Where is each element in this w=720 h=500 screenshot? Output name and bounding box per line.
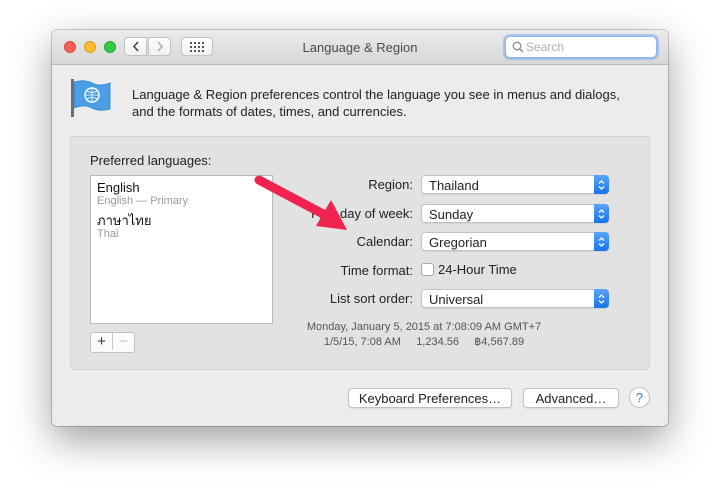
remove-language-button[interactable]: − <box>113 333 134 350</box>
chevron-updown-icon <box>594 204 609 223</box>
add-language-button[interactable]: + <box>91 333 113 350</box>
keyboard-preferences-button[interactable]: Keyboard Preferences… <box>348 388 512 408</box>
un-flag-icon <box>70 78 112 118</box>
calendar-label: Calendar: <box>356 234 413 249</box>
language-detail: Thai <box>97 228 119 240</box>
forward-button[interactable] <box>148 37 171 56</box>
language-name: ภาษาไทย <box>97 213 152 228</box>
grid-icon <box>190 41 204 52</box>
settings-panel: Preferred languages: English English — P… <box>70 136 650 370</box>
region-select[interactable]: Thailand <box>421 175 609 194</box>
sort-order-label: List sort order: <box>329 291 413 306</box>
sort-order-value: Universal <box>429 292 484 307</box>
region-value: Thailand <box>429 178 479 193</box>
title-bar: Language & Region <box>52 30 668 65</box>
chevron-updown-icon <box>594 289 609 308</box>
chevron-updown-icon <box>594 232 609 251</box>
language-detail: English — Primary <box>97 195 189 207</box>
back-button[interactable] <box>124 37 147 56</box>
calendar-select[interactable]: Gregorian <box>421 232 609 251</box>
search-input[interactable] <box>524 40 646 54</box>
first-day-label: First day of week: <box>311 206 413 221</box>
window-title: Language & Region <box>302 40 418 55</box>
list-item[interactable]: English English — Primary <box>97 180 188 208</box>
description-text: Language & Region preferences control th… <box>132 87 620 119</box>
close-window-button[interactable] <box>64 41 76 53</box>
24-hour-time-checkbox[interactable] <box>421 263 434 276</box>
advanced-button[interactable]: Advanced… <box>523 388 619 408</box>
preferred-languages-label: Preferred languages: <box>90 153 212 168</box>
help-button[interactable]: ? <box>629 387 650 408</box>
language-name: English <box>97 180 140 195</box>
search-field[interactable] <box>505 36 657 58</box>
add-remove-control: + − <box>90 332 135 353</box>
region-label: Region: <box>368 177 413 192</box>
first-day-select[interactable]: Sunday <box>421 204 609 223</box>
preferences-window: Language & Region Language & Region pref… <box>52 30 668 426</box>
search-icon <box>512 41 524 53</box>
zoom-window-button[interactable] <box>104 41 116 53</box>
first-day-value: Sunday <box>429 207 474 222</box>
time-format-label: Time format: <box>340 263 413 278</box>
chevron-left-icon <box>132 41 139 52</box>
minimize-window-button[interactable] <box>84 41 96 53</box>
24-hour-time-label[interactable]: 24-Hour Time <box>438 262 517 277</box>
sample-date-time: Monday, January 5, 2015 at 7:08:09 AM GM… <box>306 321 542 333</box>
sample-number-currency: 1/5/15, 7:08 AM 1,234.56 ฿4,567.89 <box>323 336 525 348</box>
calendar-value: Gregorian <box>429 235 487 250</box>
list-item[interactable]: ภาษาไทย Thai <box>97 213 151 241</box>
chevron-updown-icon <box>594 175 609 194</box>
show-all-button[interactable] <box>181 37 213 56</box>
sort-order-select[interactable]: Universal <box>421 289 609 308</box>
chevron-right-icon <box>156 41 163 52</box>
